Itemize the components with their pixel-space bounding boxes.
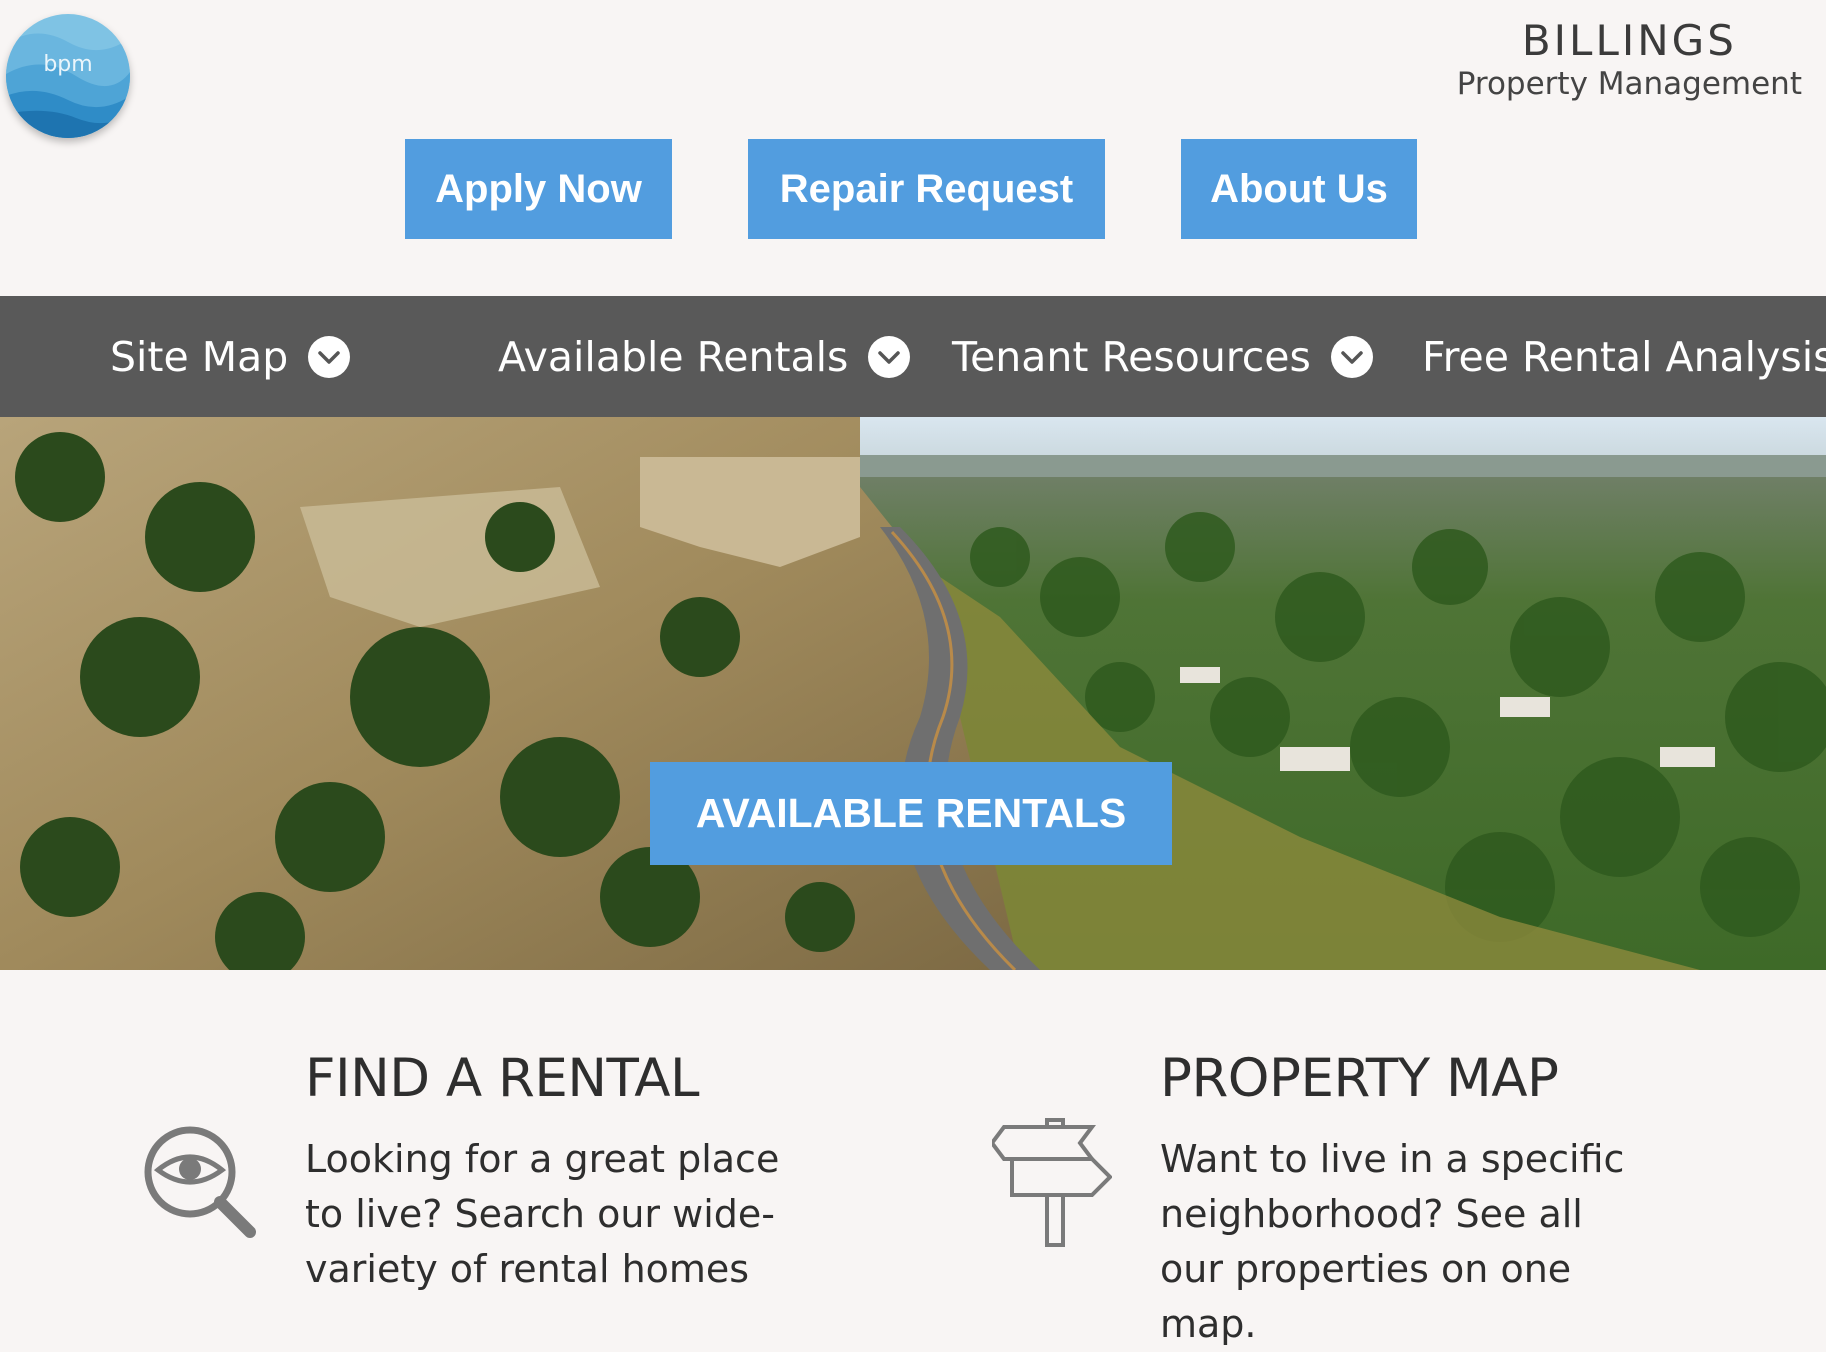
- search-eye-icon[interactable]: [140, 1122, 260, 1246]
- brand-name: BILLINGS: [1521, 16, 1737, 65]
- chevron-down-icon[interactable]: [1330, 335, 1373, 378]
- find-rental-title: FIND A RENTAL: [305, 1048, 700, 1109]
- brand: BILLINGS Property Management: [1456, 16, 1802, 103]
- nav-item-site-map[interactable]: Site Map: [110, 296, 351, 417]
- nav-item-label: Tenant Resources: [952, 332, 1311, 381]
- main-nav: Site Map Available Rentals Tenant Resour…: [0, 296, 1826, 417]
- property-map-title: PROPERTY MAP: [1160, 1048, 1559, 1109]
- nav-item-label: Free Rental Analysis: [1422, 332, 1826, 381]
- landscape-graphic: [0, 417, 1826, 970]
- property-map-text: Want to live in a specific neighborhood?…: [1160, 1137, 1625, 1346]
- nav-item-tenant-resources[interactable]: Tenant Resources: [952, 296, 1373, 417]
- logo-text: bpm: [43, 52, 93, 77]
- nav-item-free-rental-analysis[interactable]: Free Rental Analysis: [1422, 296, 1826, 417]
- nav-item-label: Site Map: [110, 332, 289, 381]
- chevron-down-icon[interactable]: [308, 335, 351, 378]
- repair-request-button[interactable]: Repair Request: [748, 139, 1105, 239]
- nav-item-label: Available Rentals: [498, 332, 849, 381]
- hero-image: [0, 417, 1826, 970]
- signpost-icon[interactable]: [989, 1115, 1113, 1254]
- find-rental-text: Looking for a great place to live? Searc…: [305, 1137, 780, 1291]
- brand-subtitle: Property Management: [1456, 66, 1802, 103]
- chevron-down-icon[interactable]: [868, 335, 911, 378]
- about-us-button[interactable]: About Us: [1181, 139, 1417, 239]
- logo[interactable]: bpm: [6, 14, 130, 138]
- nav-item-available-rentals[interactable]: Available Rentals: [498, 296, 911, 417]
- apply-now-button[interactable]: Apply Now: [405, 139, 672, 239]
- available-rentals-hero-button[interactable]: AVAILABLE RENTALS: [650, 762, 1172, 865]
